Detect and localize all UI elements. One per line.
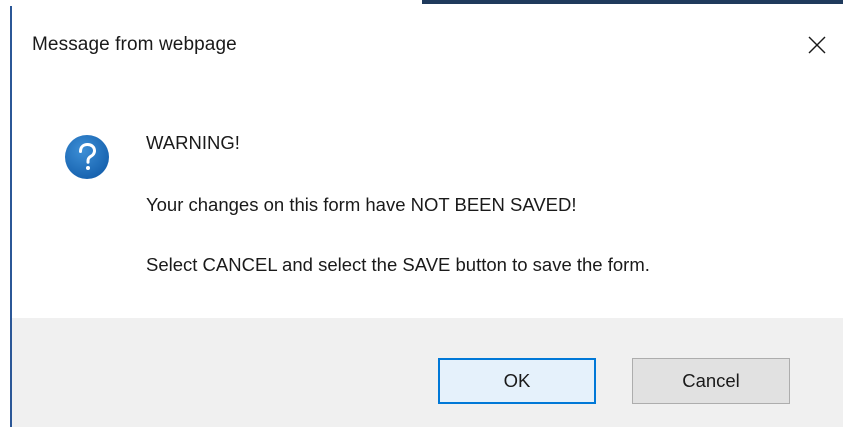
dialog-title: Message from webpage [32, 34, 237, 55]
dialog-content: WARNING! Your changes on this form have … [12, 84, 843, 318]
dialog-button-bar: OK Cancel [12, 318, 843, 427]
question-icon [65, 135, 109, 179]
dialog-titlebar[interactable]: Message from webpage [12, 6, 843, 84]
cancel-button[interactable]: Cancel [632, 358, 790, 404]
message-line-unsaved: Your changes on this form have NOT BEEN … [146, 194, 577, 215]
message-dialog: Message from webpage WARNING! Your chang… [10, 6, 843, 427]
message-line-instructions: Select CANCEL and select the SAVE button… [146, 254, 650, 275]
ok-button[interactable]: OK [438, 358, 596, 404]
close-button[interactable] [799, 28, 835, 62]
warning-heading: WARNING! [146, 132, 240, 153]
close-icon [808, 36, 826, 54]
background-window-edge [422, 0, 843, 4]
